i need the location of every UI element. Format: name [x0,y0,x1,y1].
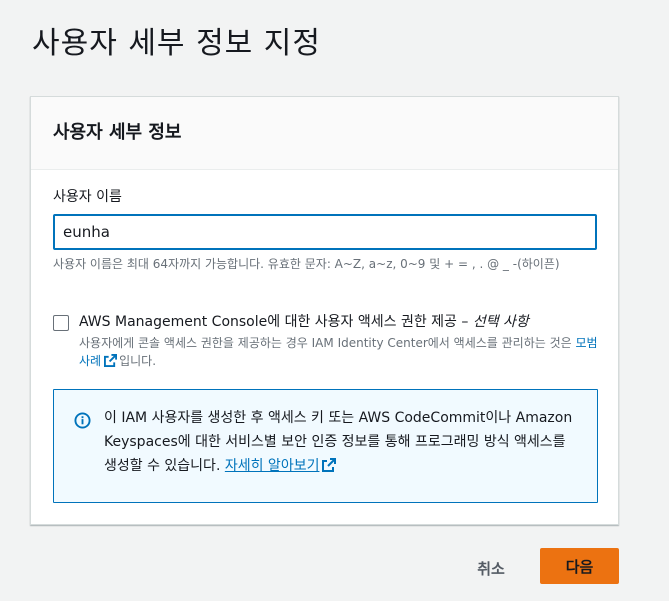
learn-more-link[interactable]: 자세히 알아보기 [225,458,320,474]
cancel-button[interactable]: 취소 [465,550,517,586]
optional-tag: 선택 사항 [472,314,529,330]
console-access-label[interactable]: AWS Management Console에 대한 사용자 액세스 권한 제공… [79,311,529,331]
console-access-label-text: AWS Management Console에 대한 사용자 액세스 권한 제공… [79,314,469,330]
panel-title: 사용자 세부 정보 [53,122,182,143]
username-input[interactable] [53,214,597,250]
next-button[interactable]: 다음 [540,548,619,584]
username-hint: 사용자 이름은 최대 64자까지 가능합니다. 유효한 문자: A~Z, a~z… [53,257,560,271]
external-link-icon [322,456,337,480]
info-text: 이 IAM 사용자를 생성한 후 액세스 키 또는 AWS CodeCommit… [104,406,574,480]
console-access-desc-text: 사용자에게 콘솔 액세스 권한을 제공하는 경우 IAM Identity Ce… [79,336,572,350]
console-access-description: 사용자에게 콘솔 액세스 권한을 제공하는 경우 IAM Identity Ce… [79,334,599,372]
info-message: 이 IAM 사용자를 생성한 후 액세스 키 또는 AWS CodeCommit… [104,410,573,474]
username-label: 사용자 이름 [53,189,122,205]
page-title: 사용자 세부 정보 지정 [32,26,322,61]
external-link-icon [104,354,118,372]
user-details-panel: 사용자 세부 정보 사용자 이름 사용자 이름은 최대 64자까지 가능합니다.… [30,96,619,525]
console-access-checkbox[interactable] [53,315,69,331]
info-icon [74,412,91,433]
console-access-desc-end: 입니다. [119,354,157,368]
info-alert: 이 IAM 사용자를 생성한 후 액세스 키 또는 AWS CodeCommit… [53,389,598,503]
